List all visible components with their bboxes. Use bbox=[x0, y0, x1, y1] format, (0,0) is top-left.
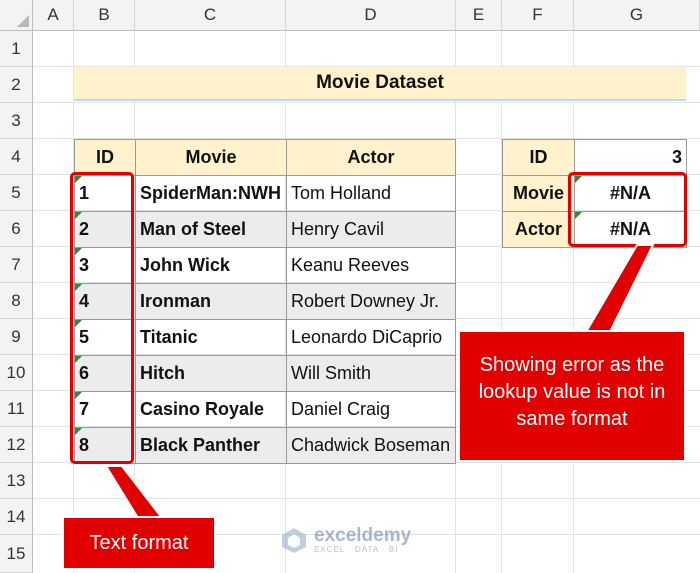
lookup-actor-label[interactable]: Actor bbox=[502, 211, 575, 248]
watermark-name: exceldemy bbox=[314, 524, 412, 546]
actor-cell[interactable]: Henry Cavil bbox=[286, 211, 456, 248]
lookup-id-label[interactable]: ID bbox=[502, 139, 575, 176]
row-header-1[interactable]: 1 bbox=[0, 31, 33, 67]
table-header-movie[interactable]: Movie bbox=[135, 139, 287, 176]
row-header-7[interactable]: 7 bbox=[0, 247, 33, 283]
row-header-5[interactable]: 5 bbox=[0, 175, 33, 211]
movie-cell[interactable]: Black Panther bbox=[135, 427, 287, 464]
movie-cell[interactable]: Ironman bbox=[135, 283, 287, 320]
row-header-12[interactable]: 12 bbox=[0, 427, 33, 463]
movie-cell[interactable]: Hitch bbox=[135, 355, 287, 392]
row-header-4[interactable]: 4 bbox=[0, 139, 33, 175]
row-header-2[interactable]: 2 bbox=[0, 67, 33, 103]
movie-cell[interactable]: Man of Steel bbox=[135, 211, 287, 248]
table-header-actor[interactable]: Actor bbox=[286, 139, 456, 176]
id-column-highlight bbox=[70, 172, 134, 464]
actor-cell[interactable]: Will Smith bbox=[286, 355, 456, 392]
row-header-13[interactable]: 13 bbox=[0, 463, 33, 499]
actor-cell[interactable]: Robert Downey Jr. bbox=[286, 283, 456, 320]
actor-cell[interactable]: Leonardo DiCaprio bbox=[286, 319, 456, 356]
column-header-b[interactable]: B bbox=[74, 0, 135, 31]
movie-cell[interactable]: John Wick bbox=[135, 247, 287, 284]
actor-cell[interactable]: Daniel Craig bbox=[286, 391, 456, 428]
watermark-tagline: EXCEL · DATA · BI bbox=[314, 544, 399, 554]
lookup-movie-label[interactable]: Movie bbox=[502, 175, 575, 212]
row-header-3[interactable]: 3 bbox=[0, 103, 33, 139]
column-header-e[interactable]: E bbox=[456, 0, 502, 31]
column-header-f[interactable]: F bbox=[502, 0, 574, 31]
actor-cell[interactable]: Tom Holland bbox=[286, 175, 456, 212]
table-header-id[interactable]: ID bbox=[74, 139, 136, 176]
column-header-d[interactable]: D bbox=[286, 0, 456, 31]
row-header-11[interactable]: 11 bbox=[0, 391, 33, 427]
row-header-9[interactable]: 9 bbox=[0, 319, 33, 355]
column-header-a[interactable]: A bbox=[33, 0, 74, 31]
movie-cell[interactable]: SpiderMan:NWH bbox=[135, 175, 287, 212]
column-header-g[interactable]: G bbox=[574, 0, 700, 31]
movie-cell[interactable]: Titanic bbox=[135, 319, 287, 356]
actor-cell[interactable]: Chadwick Boseman bbox=[286, 427, 456, 464]
text-format-callout: Text format bbox=[62, 516, 216, 570]
movie-cell[interactable]: Casino Royale bbox=[135, 391, 287, 428]
exceldemy-logo-icon bbox=[282, 528, 306, 553]
row-header-8[interactable]: 8 bbox=[0, 283, 33, 319]
select-all-triangle bbox=[17, 15, 29, 27]
row-header-15[interactable]: 15 bbox=[0, 535, 33, 573]
row-header-6[interactable]: 6 bbox=[0, 211, 33, 247]
error-cells-highlight bbox=[568, 172, 687, 247]
select-all-corner[interactable] bbox=[0, 0, 33, 31]
lookup-id-value[interactable]: 3 bbox=[574, 139, 687, 176]
column-header-c[interactable]: C bbox=[135, 0, 286, 31]
dataset-title[interactable]: Movie Dataset bbox=[74, 67, 686, 101]
actor-cell[interactable]: Keanu Reeves bbox=[286, 247, 456, 284]
row-header-14[interactable]: 14 bbox=[0, 499, 33, 535]
watermark: exceldemy EXCEL · DATA · BI bbox=[280, 526, 411, 554]
row-header-10[interactable]: 10 bbox=[0, 355, 33, 391]
error-explanation-callout: Showing error as the lookup value is not… bbox=[458, 330, 686, 462]
